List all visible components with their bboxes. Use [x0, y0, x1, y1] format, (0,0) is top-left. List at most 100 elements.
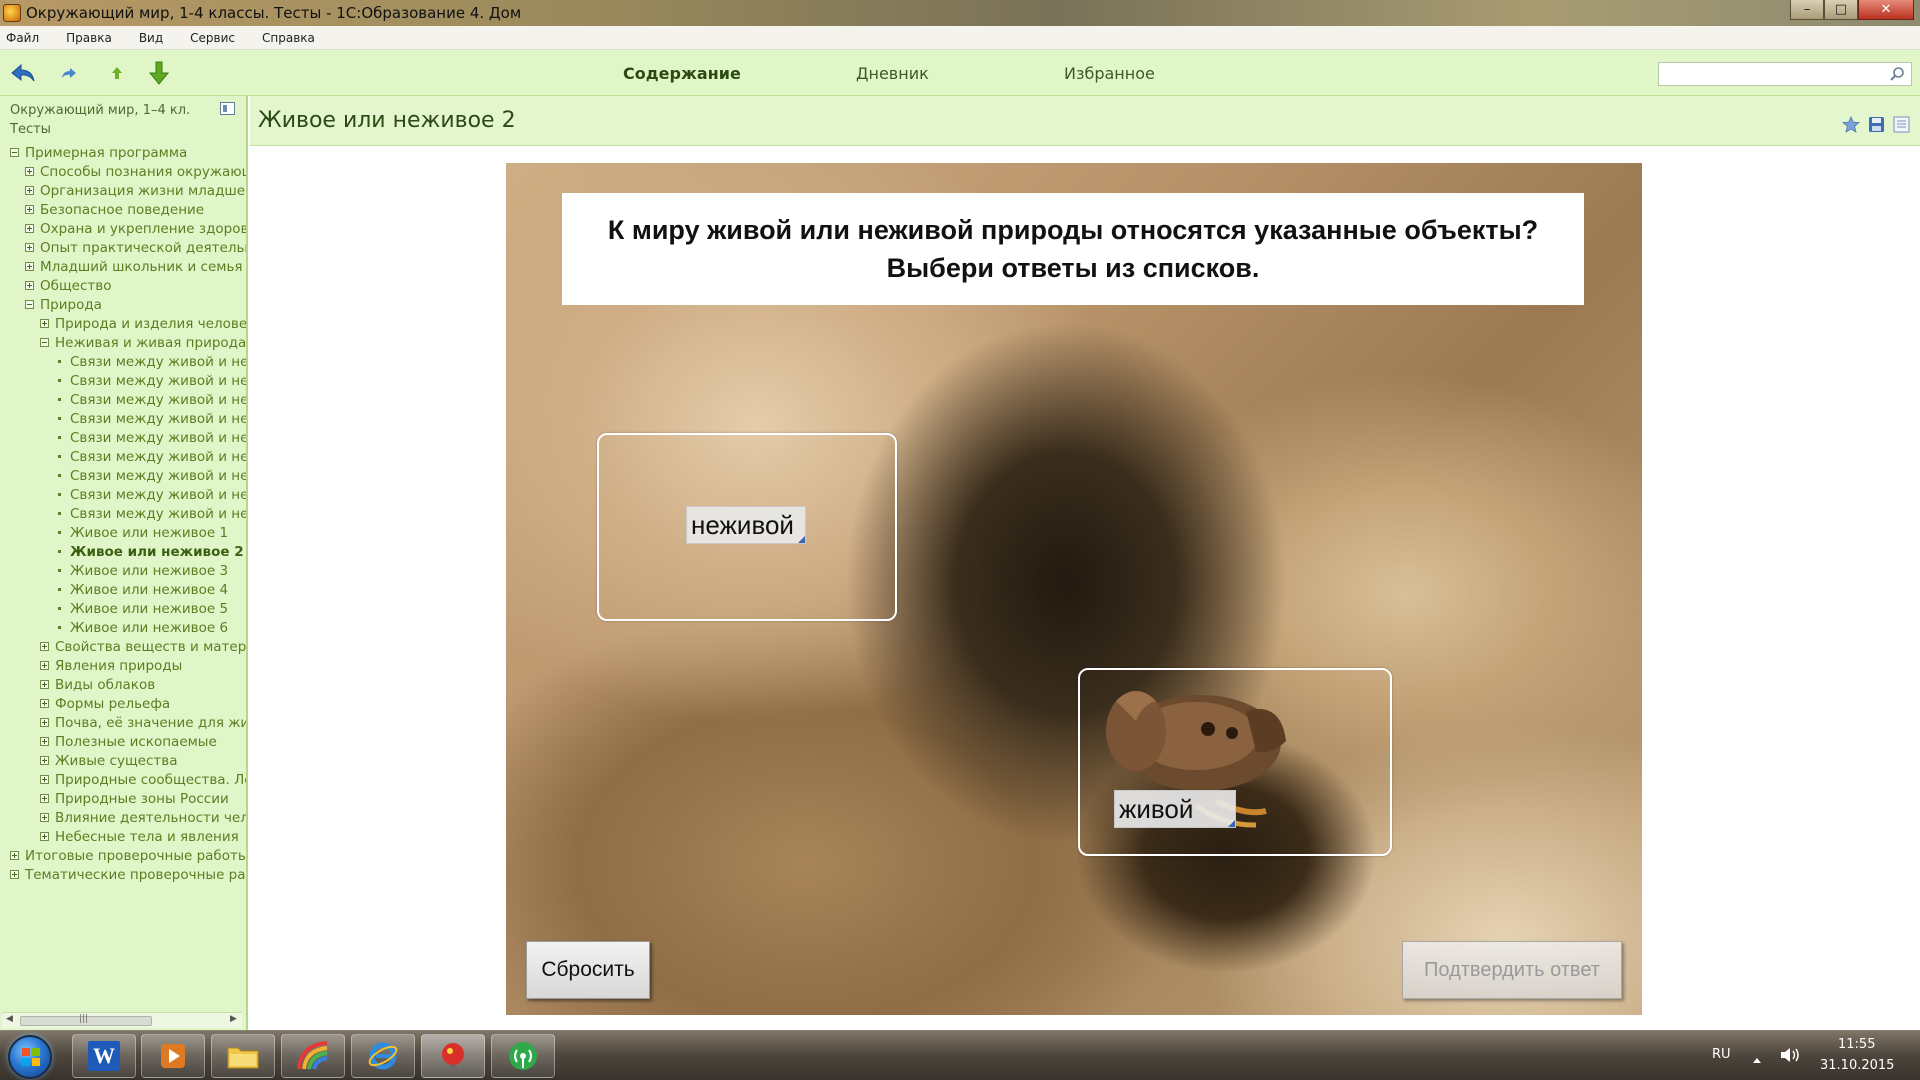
tab-contents[interactable]: Содержание — [623, 64, 741, 83]
taskbar-explorer[interactable] — [211, 1034, 275, 1078]
expand-plus-icon[interactable] — [40, 699, 49, 708]
tree-branch-item[interactable]: Свойства веществ и материалов — [0, 638, 246, 657]
expand-plus-icon[interactable] — [40, 832, 49, 841]
tree-leaf-item[interactable]: Связи между живой и неживой природой — [0, 448, 246, 467]
taskbar-internet-explorer[interactable] — [351, 1034, 415, 1078]
tree-branch-item[interactable]: Природные сообщества. Лес — [0, 771, 246, 790]
language-indicator[interactable]: RU — [1712, 1047, 1731, 1062]
taskbar-network-app[interactable] — [491, 1034, 555, 1078]
tree-branch-item[interactable]: Влияние деятельности человека — [0, 809, 246, 828]
clock-time[interactable]: 11:55 — [1838, 1037, 1875, 1052]
tree-branch-item[interactable]: Тематические проверочные работы — [0, 866, 246, 885]
expand-plus-icon[interactable] — [40, 756, 49, 765]
expand-plus-icon[interactable] — [40, 775, 49, 784]
tree-leaf-item[interactable]: Связи между живой и неживой природой — [0, 372, 246, 391]
volume-icon[interactable] — [1779, 1046, 1801, 1068]
tree-leaf-item[interactable]: Живое или неживое 6 — [0, 619, 246, 638]
tree-branch-item[interactable]: Явления природы — [0, 657, 246, 676]
expand-plus-icon[interactable] — [40, 642, 49, 651]
search-icon[interactable] — [1889, 66, 1905, 86]
tree-leaf-item[interactable]: Связи между живой и неживой природой — [0, 410, 246, 429]
scroll-left-icon[interactable]: ◀ — [6, 1014, 13, 1024]
expand-plus-icon[interactable] — [10, 870, 19, 879]
tree-leaf-item[interactable]: Живое или неживое 1 — [0, 524, 246, 543]
collapse-minus-icon[interactable] — [10, 148, 19, 157]
tree-branch-item[interactable]: Природа — [0, 296, 246, 315]
crab-answer-select[interactable]: живой — [1114, 790, 1236, 828]
tree-leaf-item[interactable]: Связи между живой и неживой природой — [0, 486, 246, 505]
tree-branch-item[interactable]: Организация жизни младшего школьника — [0, 182, 246, 201]
expand-plus-icon[interactable] — [40, 718, 49, 727]
tree-branch-item[interactable]: Небесные тела и явления — [0, 828, 246, 847]
collapse-minus-icon[interactable] — [25, 300, 34, 309]
tree-branch-item[interactable]: Опыт практической деятельности — [0, 239, 246, 258]
expand-plus-icon[interactable] — [10, 851, 19, 860]
tree-branch-item[interactable]: Примерная программа — [0, 144, 246, 163]
rock-answer-select[interactable]: неживой — [686, 506, 806, 544]
tree-leaf-item[interactable]: Живое или неживое 3 — [0, 562, 246, 581]
clock-date[interactable]: 31.10.2015 — [1820, 1058, 1894, 1073]
start-button[interactable] — [8, 1035, 52, 1079]
favorite-star-icon[interactable] — [1841, 116, 1861, 137]
tree-branch-item[interactable]: Итоговые проверочные работы — [0, 847, 246, 866]
tree-branch-item[interactable]: Полезные ископаемые — [0, 733, 246, 752]
tree-branch-item[interactable]: Природа и изделия человека — [0, 315, 246, 334]
tray-expand-icon[interactable] — [1752, 1049, 1762, 1068]
tree-branch-item[interactable]: Безопасное поведение — [0, 201, 246, 220]
expand-plus-icon[interactable] — [40, 680, 49, 689]
menu-help[interactable]: Справка — [262, 31, 315, 45]
scroll-right-icon[interactable]: ▶ — [230, 1014, 237, 1024]
tree-leaf-item[interactable]: Связи между живой и неживой природой — [0, 353, 246, 372]
tree-leaf-item[interactable]: Живое или неживое 4 — [0, 581, 246, 600]
tab-favorites[interactable]: Избранное — [1064, 64, 1155, 83]
tree-branch-item[interactable]: Живые существа — [0, 752, 246, 771]
up-arrow-icon[interactable] — [104, 60, 130, 86]
maximize-button[interactable]: □ — [1824, 0, 1858, 20]
tree-branch-item[interactable]: Виды облаков — [0, 676, 246, 695]
menu-view[interactable]: Вид — [139, 31, 163, 45]
expand-plus-icon[interactable] — [25, 167, 34, 176]
tree-leaf-item[interactable]: Связи между живой и неживой природой — [0, 505, 246, 524]
expand-plus-icon[interactable] — [25, 281, 34, 290]
reset-button[interactable]: Сбросить — [526, 941, 650, 999]
expand-plus-icon[interactable] — [25, 262, 34, 271]
taskbar-paint[interactable] — [281, 1034, 345, 1078]
expand-plus-icon[interactable] — [25, 205, 34, 214]
expand-plus-icon[interactable] — [40, 661, 49, 670]
tree-branch-item[interactable]: Природные зоны России — [0, 790, 246, 809]
expand-plus-icon[interactable] — [25, 224, 34, 233]
tree-branch-item[interactable]: Младший школьник и семья — [0, 258, 246, 277]
taskbar-media-player[interactable] — [141, 1034, 205, 1078]
tree-branch-item[interactable]: Неживая и живая природа — [0, 334, 246, 353]
back-arrow-icon[interactable] — [10, 60, 36, 86]
menu-edit[interactable]: Правка — [66, 31, 112, 45]
expand-plus-icon[interactable] — [40, 737, 49, 746]
expand-plus-icon[interactable] — [40, 794, 49, 803]
tree-branch-item[interactable]: Способы познания окружающего мира — [0, 163, 246, 182]
tab-diary[interactable]: Дневник — [856, 64, 929, 83]
save-disk-icon[interactable] — [1868, 116, 1885, 137]
search-field[interactable] — [1658, 62, 1912, 86]
tree-branch-item[interactable]: Формы рельефа — [0, 695, 246, 714]
taskbar-1c-education[interactable] — [421, 1034, 485, 1078]
tree-branch-item[interactable]: Общество — [0, 277, 246, 296]
expand-plus-icon[interactable] — [25, 186, 34, 195]
print-page-icon[interactable] — [1893, 116, 1910, 137]
tree-leaf-item[interactable]: Связи между живой и неживой природой — [0, 391, 246, 410]
tree-branch-item[interactable]: Почва, её значение для жизни — [0, 714, 246, 733]
menu-service[interactable]: Сервис — [190, 31, 235, 45]
expand-plus-icon[interactable] — [40, 319, 49, 328]
expand-plus-icon[interactable] — [25, 243, 34, 252]
taskbar-word[interactable]: W — [72, 1034, 136, 1078]
sidebar-horizontal-scrollbar[interactable]: ◀ ||| ▶ — [2, 1012, 242, 1028]
tree-leaf-item[interactable]: Связи между живой и неживой природой — [0, 467, 246, 486]
tree-branch-item[interactable]: Охрана и укрепление здоровья — [0, 220, 246, 239]
expand-plus-icon[interactable] — [40, 813, 49, 822]
minimize-button[interactable]: – — [1790, 0, 1824, 20]
tree-leaf-item[interactable]: Живое или неживое 5 — [0, 600, 246, 619]
menu-file[interactable]: Файл — [6, 31, 39, 45]
scrollbar-thumb[interactable]: ||| — [20, 1014, 152, 1026]
panel-toggle-icon[interactable] — [220, 102, 235, 115]
down-arrow-icon[interactable] — [146, 60, 172, 86]
forward-arrow-icon[interactable] — [56, 60, 82, 86]
